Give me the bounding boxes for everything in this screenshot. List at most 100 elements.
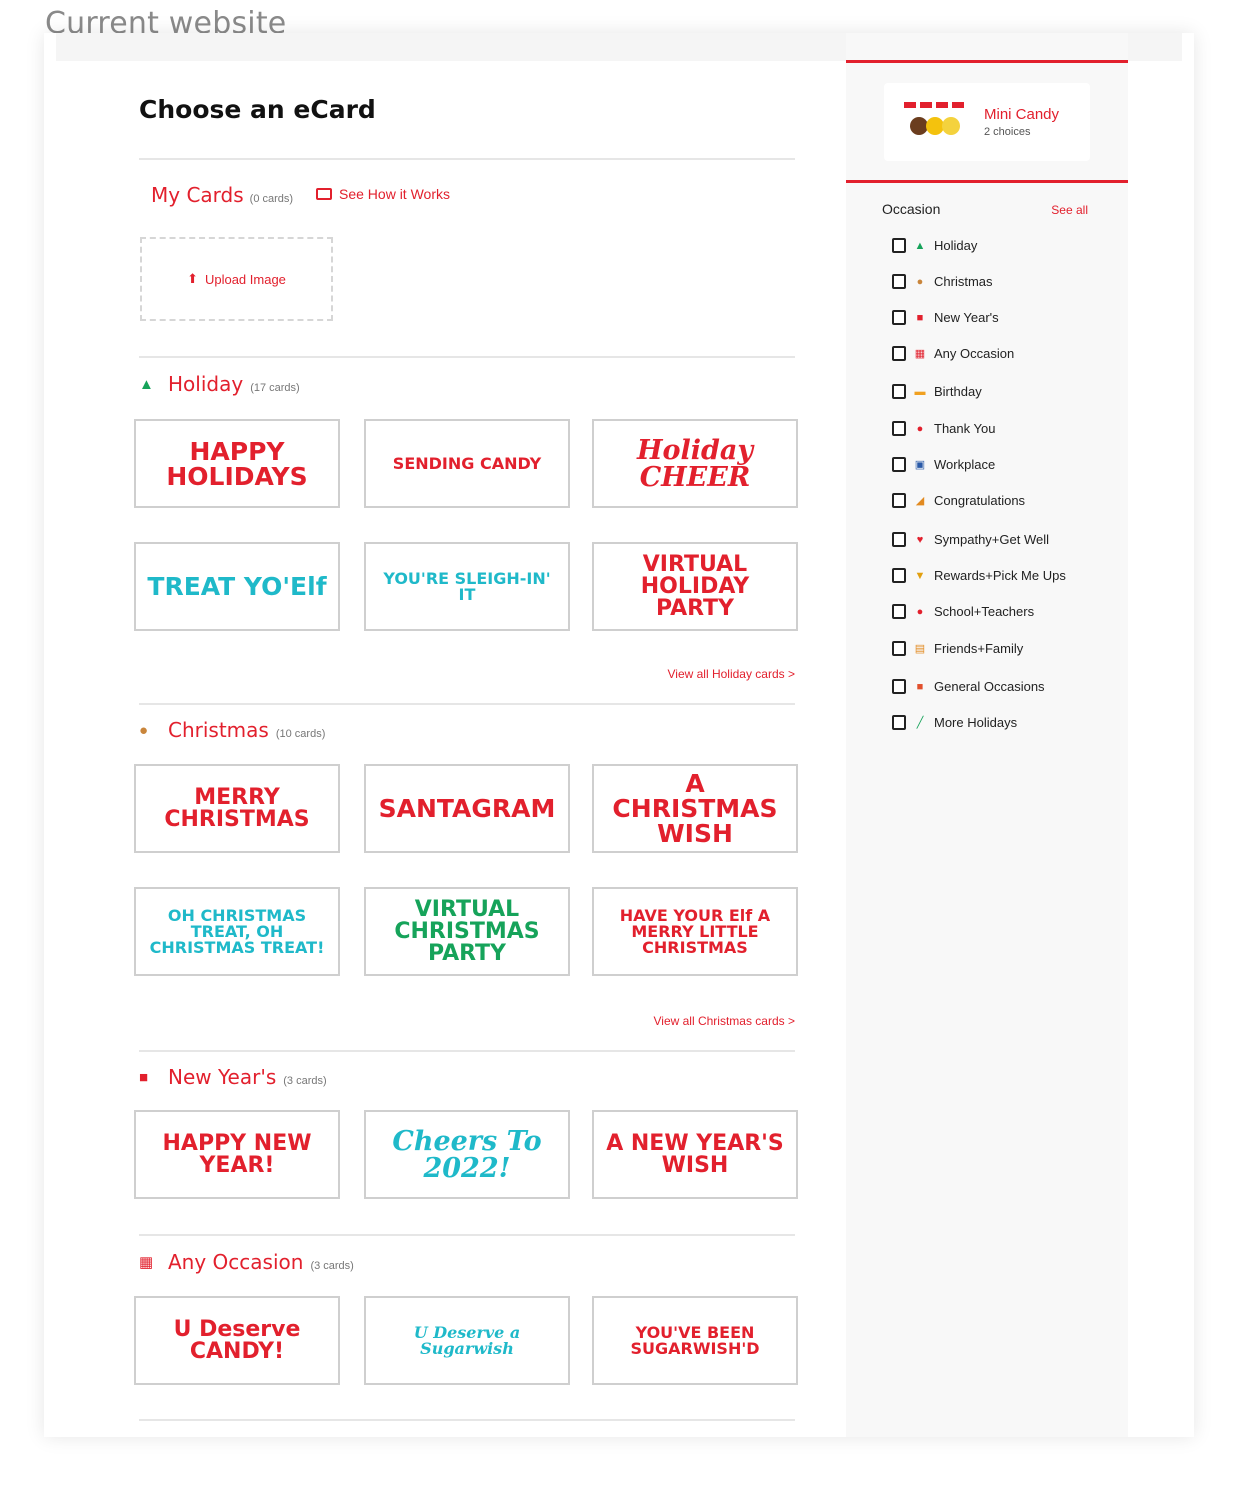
ecard-sleigh-in-it[interactable]: YOU'RE SLEIGH-IN' IT xyxy=(364,542,570,631)
occasion-header: Occasion See all xyxy=(882,201,1088,217)
card-title: U Deserve a Sugarwish xyxy=(413,1322,521,1358)
divider xyxy=(139,1234,795,1236)
occasion-more-holidays[interactable]: ╱ More Holidays xyxy=(892,715,1017,730)
checkbox[interactable] xyxy=(892,310,906,325)
bag-icon: ■ xyxy=(139,1068,149,1086)
section-label[interactable]: New Year's xyxy=(168,1065,276,1089)
card-title: HAPPY HOLIDAYS xyxy=(166,436,308,491)
occasion-thank-you[interactable]: ● Thank You xyxy=(892,421,995,436)
computer-icon: ▣ xyxy=(914,459,926,471)
occasion-workplace[interactable]: ▣ Workplace xyxy=(892,457,995,472)
card-title: OH CHRISTMAS TREAT, OH CHRISTMAS TREAT! xyxy=(149,905,325,957)
sidebar-bottom-rule xyxy=(846,180,1128,183)
upload-icon: ⬆ xyxy=(187,271,198,286)
checkbox[interactable] xyxy=(892,421,906,436)
card-title: U Deserve CANDY! xyxy=(173,1316,301,1364)
ecard-u-deserve-candy[interactable]: U Deserve CANDY! xyxy=(134,1296,340,1385)
occasion-general[interactable]: ■ General Occasions xyxy=(892,679,1045,694)
occasion-label: Friends+Family xyxy=(934,641,1024,656)
ecard-santagram[interactable]: SANTAGRAM xyxy=(364,764,570,853)
upload-label: Upload Image xyxy=(204,271,286,287)
occasion-label: Birthday xyxy=(934,384,982,399)
occasion-any-occasion[interactable]: ▦ Any Occasion xyxy=(892,346,1014,361)
occasion-label: More Holidays xyxy=(934,715,1018,730)
section-header-christmas[interactable]: ● Christmas (10 cards) xyxy=(139,718,325,742)
divider xyxy=(139,158,795,160)
occasion-sympathy[interactable]: ♥ Sympathy+Get Well xyxy=(892,532,1049,547)
ecard-sending-candy[interactable]: SENDING CANDY xyxy=(364,419,570,508)
bag-icon: ■ xyxy=(916,311,924,324)
see-all-link[interactable]: See all xyxy=(1051,203,1088,217)
tree-icon: ▲ xyxy=(914,239,926,252)
ecard-youve-been-sugarwishd[interactable]: YOU'VE BEEN SUGARWISH'D xyxy=(592,1296,798,1385)
card-title: MERRY CHRISTMAS xyxy=(164,784,310,832)
ecard-new-years-wish[interactable]: A NEW YEAR'S WISH xyxy=(592,1110,798,1199)
card-title: HAPPY NEW YEAR! xyxy=(162,1130,312,1178)
ecard-merry-christmas[interactable]: MERRY CHRISTMAS xyxy=(134,764,340,853)
sidebar: Mini Candy 2 choices Occasion See all ▲ H… xyxy=(846,33,1128,1437)
ecard-happy-new-year[interactable]: HAPPY NEW YEAR! xyxy=(134,1110,340,1199)
occasion-new-years[interactable]: ■ New Year's xyxy=(892,310,999,325)
occasion-label: Thank You xyxy=(934,421,996,436)
ecard-virtual-holiday-party[interactable]: VIRTUAL HOLIDAY PARTY xyxy=(592,542,798,631)
my-cards-label[interactable]: My Cards xyxy=(151,183,244,207)
view-all-christmas-link[interactable]: View all Christmas cards > xyxy=(654,1014,796,1028)
card-title: A NEW YEAR'S WISH xyxy=(606,1130,784,1178)
ecard-oh-christmas-treat[interactable]: OH CHRISTMAS TREAT, OH CHRISTMAS TREAT! xyxy=(134,887,340,976)
ecard-treat-yo-elf[interactable]: TREAT YO'Elf xyxy=(134,542,340,631)
my-cards-count: (0 cards) xyxy=(249,193,294,205)
occasion-label: Congratulations xyxy=(934,493,1026,508)
checkbox[interactable] xyxy=(892,715,906,730)
section-header-new-years[interactable]: ■ New Year's (3 cards) xyxy=(139,1065,327,1089)
section-count: (17 cards) xyxy=(250,382,300,394)
section-label[interactable]: Holiday xyxy=(168,372,243,396)
occasion-school[interactable]: ● School+Teachers xyxy=(892,604,1034,619)
my-cards-header[interactable]: My Cards (0 cards) xyxy=(151,183,293,207)
checkbox[interactable] xyxy=(892,532,906,547)
occasion-holiday[interactable]: ▲ Holiday xyxy=(892,238,977,253)
see-how-it-works-link[interactable]: See How it Works xyxy=(316,186,450,202)
view-all-holiday-link[interactable]: View all Holiday cards > xyxy=(667,667,795,681)
product-name: Mini Candy xyxy=(984,106,1060,123)
checkbox[interactable] xyxy=(892,604,906,619)
checkbox[interactable] xyxy=(892,641,906,656)
card-title: YOU'VE BEEN SUGARWISH'D xyxy=(630,1322,760,1358)
divider xyxy=(139,1050,795,1052)
section-label[interactable]: Any Occasion xyxy=(168,1250,303,1274)
ecard-happy-holidays[interactable]: HAPPY HOLIDAYS xyxy=(134,419,340,508)
checkbox[interactable] xyxy=(892,384,906,399)
checkbox[interactable] xyxy=(892,568,906,583)
card-title: Cheers To 2022! xyxy=(392,1125,542,1184)
ecard-christmas-wish[interactable]: A CHRISTMAS WISH xyxy=(592,764,798,853)
occasion-congratulations[interactable]: ◢ Congratulations xyxy=(892,493,1025,508)
checkbox[interactable] xyxy=(892,457,906,472)
section-count: (3 cards) xyxy=(283,1075,327,1087)
ecard-cheers-2022[interactable]: Cheers To 2022! xyxy=(364,1110,570,1199)
checkbox[interactable] xyxy=(892,679,906,694)
occasion-birthday[interactable]: ▬ Birthday xyxy=(892,384,982,399)
section-label[interactable]: Christmas xyxy=(168,718,269,742)
card-title: VIRTUAL HOLIDAY PARTY xyxy=(640,551,750,621)
occasion-label: School+Teachers xyxy=(934,604,1035,619)
divider xyxy=(139,1419,795,1421)
cake-icon: ▬ xyxy=(914,385,926,398)
ecard-holiday-cheer[interactable]: Holiday CHEER xyxy=(592,419,798,508)
section-header-any-occasion[interactable]: ▦ Any Occasion (3 cards) xyxy=(139,1250,354,1274)
product-summary[interactable]: Mini Candy 2 choices xyxy=(884,83,1090,161)
checkbox[interactable] xyxy=(892,274,906,289)
occasion-christmas[interactable]: ● Christmas xyxy=(892,274,993,289)
candy-box-icon xyxy=(904,102,964,142)
checkbox[interactable] xyxy=(892,493,906,508)
upload-image-button[interactable]: ⬆ Upload Image xyxy=(140,237,333,321)
section-header-holiday[interactable]: ▲ Holiday (17 cards) xyxy=(139,372,300,396)
checkbox[interactable] xyxy=(892,346,906,361)
section-count: (3 cards) xyxy=(310,1260,354,1272)
occasion-rewards[interactable]: ▼ Rewards+Pick Me Ups xyxy=(892,568,1066,583)
ecard-virtual-christmas-party[interactable]: VIRTUAL CHRISTMAS PARTY xyxy=(364,887,570,976)
checkbox[interactable] xyxy=(892,238,906,253)
pencil-icon: ╱ xyxy=(916,717,924,729)
occasion-friends-family[interactable]: ▤ Friends+Family xyxy=(892,641,1023,656)
ecard-have-yourself-merry[interactable]: HAVE YOUR Elf A MERRY LITTLE CHRISTMAS xyxy=(592,887,798,976)
ecard-u-deserve-sugarwish[interactable]: U Deserve a Sugarwish xyxy=(364,1296,570,1385)
gingerbread-icon: ● xyxy=(916,275,924,288)
